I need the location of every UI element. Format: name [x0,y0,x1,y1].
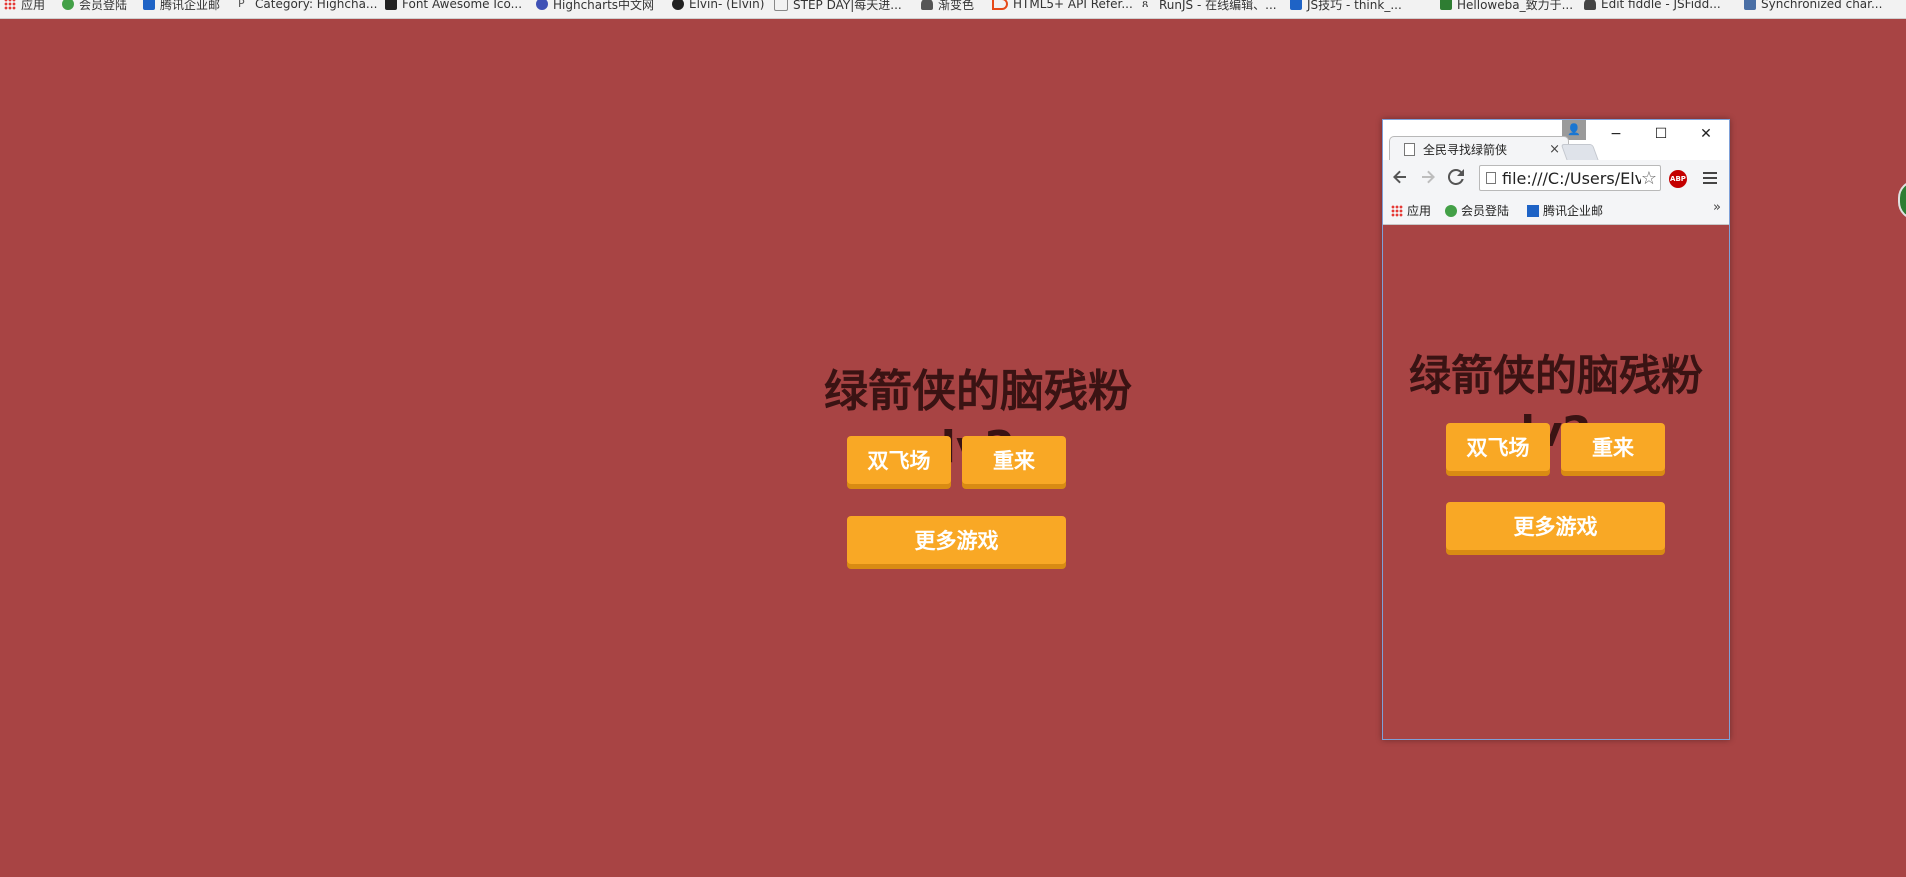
address-bar[interactable]: file:///C:/Users/Elvin/ ☆ [1479,165,1661,191]
bookmark-helloweba[interactable]: Helloweba_致力于... [1440,0,1573,13]
globe-icon [536,0,548,10]
h-icon [1440,0,1452,10]
cloud-icon [921,0,933,10]
bookmark-runjs[interactable]: ጸ RunJS - 在线编辑、... [1142,0,1277,13]
more-games-button[interactable]: 更多游戏 [1446,502,1665,550]
bookmark-star-icon[interactable]: ☆ [1641,168,1657,189]
replay-button[interactable]: 重来 [962,436,1066,484]
bookmark-apps[interactable]: 应用 [4,0,45,13]
floating-widget-icon[interactable] [1898,180,1906,220]
minimize-button[interactable]: − [1593,120,1639,148]
maximize-button[interactable]: ☐ [1638,120,1684,148]
d-icon [992,0,1008,10]
run-icon: ጸ [1142,0,1149,10]
apps-icon [1391,204,1403,217]
bookmark-synchronized-charts[interactable]: Synchronized char... [1744,0,1882,13]
menu-icon[interactable] [1703,172,1717,184]
address-url: file:///C:/Users/Elvin/ [1502,168,1641,188]
bookmark-highcharts-category[interactable]: P Category: Highcha... [238,0,377,13]
bookmark-label: 应用 [21,0,46,12]
mail-icon [143,0,155,10]
small-browser-window: 👤 − ☐ ✕ 全民寻找绿箭侠 × file:///C:/Users/Elvin… [1382,119,1730,740]
apps-icon [4,0,16,10]
bookmarks-overflow-icon[interactable]: » [1713,200,1721,215]
github-icon [672,0,684,10]
bookmark-apps[interactable]: 应用 [1391,202,1431,219]
page-icon [1404,142,1415,156]
bookmark-label: STEP DAY|每天进... [793,0,902,12]
bookmark-label: RunJS - 在线编辑、... [1159,0,1277,12]
bookmark-member-login[interactable]: 会员登陆 [62,0,127,13]
bookmark-label: 腾讯企业邮 [1543,204,1604,218]
page-icon [1486,172,1496,184]
replay-button[interactable]: 重来 [1561,423,1665,471]
bookmarks-bar: 应用 会员登陆 腾讯企业邮 P Category: Highcha... Fon… [0,0,1906,19]
small-bookmarks-bar: 应用 会员登陆 腾讯企业邮 » [1383,194,1729,224]
tab-close-icon[interactable]: × [1549,142,1560,157]
p-icon: P [238,0,245,10]
bookmark-label: JS技巧 - think_... [1307,0,1402,12]
adblock-plus-icon[interactable]: ABP [1669,170,1687,188]
bookmark-step-day[interactable]: STEP DAY|每天进... [774,0,902,13]
bookmark-label: Helloweba_致力于... [1457,0,1574,12]
tab-active[interactable]: 全民寻找绿箭侠 × [1389,136,1569,161]
recycle-icon [1445,204,1457,217]
flag-icon [385,0,397,10]
blog-icon [1290,0,1302,10]
double-fly-button[interactable]: 双飞场 [847,436,951,484]
bookmark-tencent-mail[interactable]: 腾讯企业邮 [143,0,220,13]
forward-arrow-icon[interactable] [1417,166,1439,188]
bookmark-tencent-mail[interactable]: 腾讯企业邮 [1527,202,1603,219]
bookmark-label: Category: Highcha... [255,0,378,11]
browser-toolbar: file:///C:/Users/Elvin/ ☆ ABP [1383,160,1729,194]
bookmark-font-awesome[interactable]: Font Awesome Ico... [385,0,522,13]
bookmark-member-login[interactable]: 会员登陆 [1445,202,1509,219]
bookmark-github-elvin[interactable]: Elvin- (Elvin) [672,0,764,13]
bookmark-label: Edit fiddle - JSFidd... [1601,0,1721,11]
bookmark-label: Highcharts中文网 [553,0,655,12]
bookmark-label: 应用 [1407,204,1432,218]
bookmark-label: HTML5+ API Refer... [1013,0,1133,11]
bookmark-highcharts-cn[interactable]: Highcharts中文网 [536,0,654,13]
bookmark-label: Elvin- (Elvin) [689,0,765,11]
bookmark-label: 腾讯企业邮 [160,0,221,12]
bookmark-label: Font Awesome Ico... [402,0,523,11]
small-window-page: 绿箭侠的脑残粉lv2 双飞场 重来 更多游戏 [1383,225,1729,739]
reload-icon[interactable] [1445,166,1467,188]
cloud-icon [1584,0,1596,10]
double-fly-button[interactable]: 双飞场 [1446,423,1550,471]
bookmark-label: 会员登陆 [79,0,128,12]
bookmark-label: 会员登陆 [1461,204,1510,218]
close-window-button[interactable]: ✕ [1683,120,1729,148]
mail-icon [1527,204,1539,217]
back-arrow-icon[interactable] [1389,166,1411,188]
bookmark-label: 渐变色 [938,0,975,12]
chart-icon [1744,0,1756,10]
game-title: 绿箭侠的脑残粉lv2 [1408,351,1703,456]
bookmark-label: Synchronized char... [1761,0,1883,11]
bookmark-gradient[interactable]: 渐变色 [921,0,974,13]
bookmark-js-tips[interactable]: JS技巧 - think_... [1290,0,1402,13]
recycle-icon [62,0,74,10]
more-games-button[interactable]: 更多游戏 [847,516,1066,564]
bookmark-html5-api[interactable]: HTML5+ API Refer... [992,0,1133,13]
tab-title: 全民寻找绿箭侠 [1423,142,1508,157]
doc-icon [774,0,788,11]
bookmark-jsfiddle[interactable]: Edit fiddle - JSFidd... [1584,0,1721,13]
browser-chrome: 👤 − ☐ ✕ 全民寻找绿箭侠 × file:///C:/Users/Elvin… [1383,120,1729,225]
